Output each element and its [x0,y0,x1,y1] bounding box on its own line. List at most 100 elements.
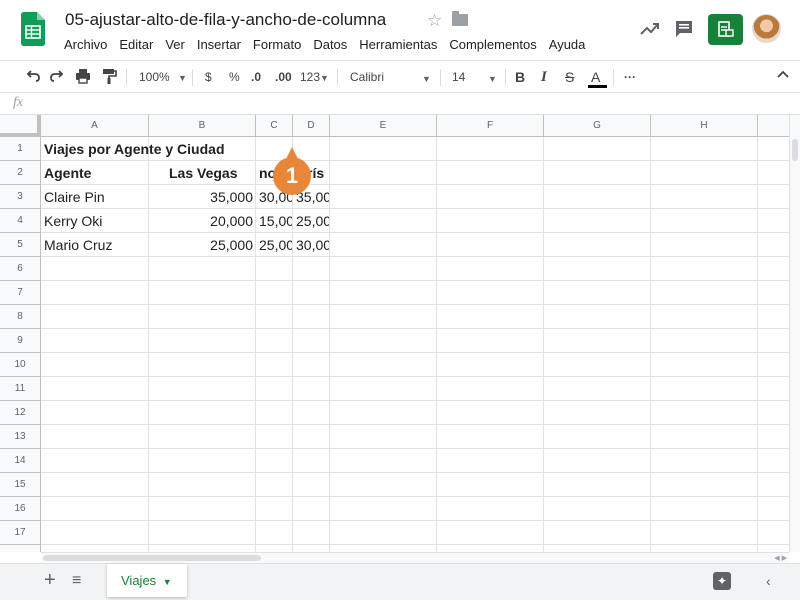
grid-cell[interactable] [544,233,651,257]
grid-cell[interactable] [293,305,330,329]
grid-cell[interactable] [330,473,437,497]
grid-cell[interactable] [544,209,651,233]
grid-cell[interactable] [758,473,789,497]
sheet-tab-viajes[interactable]: Viajes ▼ [107,564,187,597]
chevron-left-icon[interactable]: ‹ [766,573,771,589]
grid-cell[interactable] [544,545,651,552]
row-header[interactable]: 1 [0,137,41,161]
grid-cell[interactable] [256,545,293,552]
grid-cell[interactable] [651,137,758,161]
grid-cell[interactable] [437,521,544,545]
grid-cell[interactable] [651,449,758,473]
grid-cell[interactable] [544,377,651,401]
document-title[interactable]: 05-ajustar-alto-de-fila-y-ancho-de-colum… [65,10,386,30]
row-header[interactable]: 15 [0,473,41,497]
menu-editar[interactable]: Editar [113,35,159,54]
vertical-scrollbar[interactable] [789,115,800,552]
cell-c5[interactable]: 25,00 [256,233,293,257]
grid-cell[interactable] [149,305,256,329]
grid-cell[interactable] [437,305,544,329]
cell-a2[interactable]: Agente [41,161,149,185]
grid-cell[interactable] [293,377,330,401]
grid-cell[interactable] [651,473,758,497]
grid-cell[interactable] [437,425,544,449]
column-header-b[interactable]: B [149,115,256,137]
spreadsheet-grid[interactable]: A B C D E F G H 1 2 3 4 5 6 7 8 9 10 11 … [0,115,789,552]
grid-cell[interactable] [41,401,149,425]
grid-cell[interactable] [758,233,789,257]
grid-cell[interactable] [544,137,651,161]
grid-cell[interactable] [330,209,437,233]
cell-a5[interactable]: Mario Cruz [41,233,149,257]
grid-cell[interactable] [758,257,789,281]
grid-cell[interactable] [758,497,789,521]
row-header[interactable]: 11 [0,377,41,401]
grid-cell[interactable] [758,305,789,329]
grid-cell[interactable] [330,377,437,401]
grid-cell[interactable] [651,185,758,209]
all-sheets-icon[interactable]: ≡ [72,572,81,590]
grid-cell[interactable] [651,233,758,257]
grid-cell[interactable] [758,353,789,377]
grid-cell[interactable] [437,401,544,425]
grid-cell[interactable] [437,233,544,257]
folder-icon[interactable] [452,11,468,26]
more-formats-button[interactable]: 123▼ [300,68,329,87]
grid-cell[interactable] [544,185,651,209]
grid-cell[interactable] [256,353,293,377]
grid-cell[interactable] [437,449,544,473]
scroll-thumb[interactable] [43,555,261,561]
grid-cell[interactable] [330,161,437,185]
row-header[interactable]: 4 [0,209,41,233]
grid-cell[interactable] [293,521,330,545]
bold-button[interactable]: B [515,68,525,86]
grid-cell[interactable] [651,281,758,305]
grid-cell[interactable] [330,545,437,552]
grid-cell[interactable] [293,353,330,377]
row-header[interactable]: 16 [0,497,41,521]
grid-cell[interactable] [758,521,789,545]
grid-cell[interactable] [293,497,330,521]
grid-cell[interactable] [149,521,256,545]
explore-icon[interactable]: ✦ [713,572,731,590]
grid-cell[interactable] [256,281,293,305]
grid-cell[interactable] [544,497,651,521]
row-header[interactable]: 9 [0,329,41,353]
redo-icon[interactable] [48,67,66,90]
grid-cell[interactable] [330,497,437,521]
grid-cell[interactable] [41,257,149,281]
grid-cell[interactable] [544,449,651,473]
grid-cell[interactable] [651,425,758,449]
cell-c4[interactable]: 15,00 [256,209,293,233]
comment-icon[interactable] [673,18,695,40]
strikethrough-button[interactable]: S [565,68,574,86]
grid-cell[interactable] [330,137,437,161]
column-header-c[interactable]: C [256,115,293,137]
grid-cell[interactable] [651,329,758,353]
chevron-down-icon[interactable]: ▼ [422,70,431,88]
grid-cell[interactable] [256,521,293,545]
grid-cell[interactable] [544,281,651,305]
grid-cell[interactable] [437,377,544,401]
grid-cell[interactable] [651,161,758,185]
row-header[interactable]: 17 [0,521,41,545]
grid-cell[interactable] [758,137,789,161]
grid-cell[interactable] [544,257,651,281]
increase-decimals-button[interactable]: .00 [275,68,292,86]
grid-cell[interactable] [544,425,651,449]
user-avatar[interactable] [752,14,781,43]
grid-cell[interactable] [330,305,437,329]
grid-cell[interactable] [651,545,758,552]
grid-cell[interactable] [41,449,149,473]
cell-b2[interactable]: Las Vegas [149,161,256,185]
grid-cell[interactable] [437,281,544,305]
grid-cell[interactable] [758,449,789,473]
grid-cell[interactable] [330,449,437,473]
grid-cell[interactable] [758,401,789,425]
grid-cell[interactable] [149,257,256,281]
grid-cell[interactable] [293,545,330,552]
grid-cell[interactable] [651,401,758,425]
grid-cell[interactable] [256,401,293,425]
grid-cell[interactable] [256,449,293,473]
grid-cell[interactable] [149,377,256,401]
